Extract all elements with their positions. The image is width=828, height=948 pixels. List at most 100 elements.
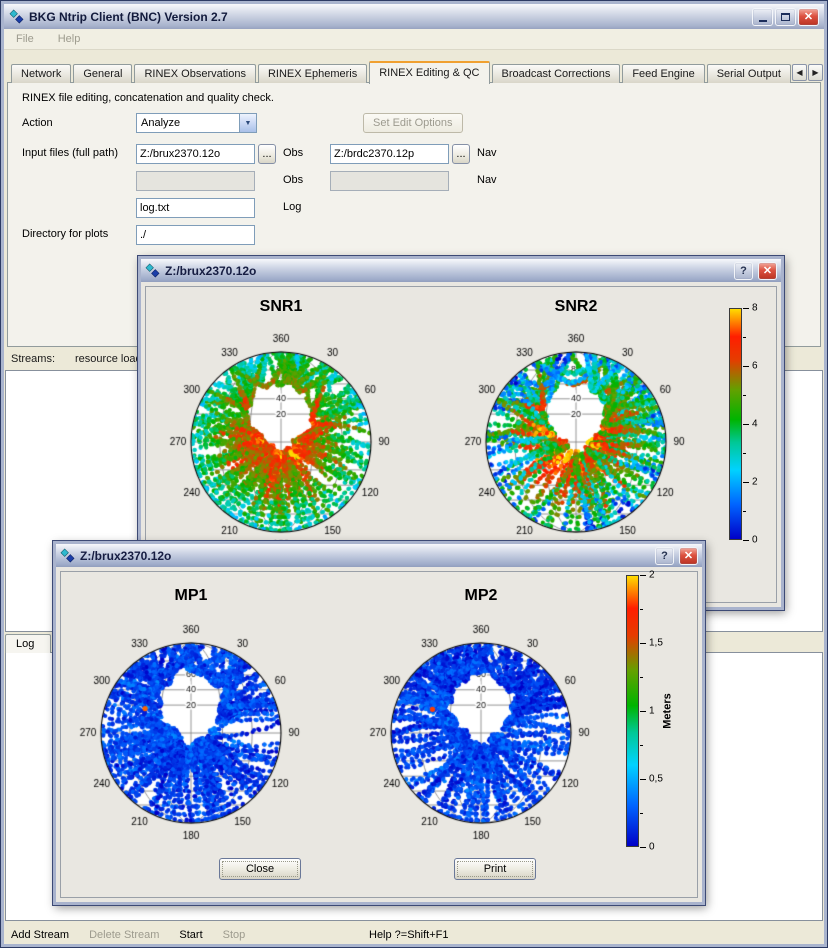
bottom-action-bar: Add Stream Delete Stream Start Stop Help ?=… [5,924,823,945]
tab-broadcast-corrections[interactable]: Broadcast Corrections [492,64,621,83]
colorbar-tick [743,366,749,367]
tab-feed-engine[interactable]: Feed Engine [622,64,704,83]
bottom-action-start[interactable]: Start [179,929,202,941]
colorbar-tick [640,643,646,644]
colorbar-tick-label: 0 [752,535,758,546]
bnc-main-window: BKG Ntrip Client (BNC) Version 2.7 ✕ Fil… [0,0,828,948]
input-files-label: Input files (full path) [22,147,118,159]
bottom-action-delete-stream: Delete Stream [89,929,159,941]
browse-nav-button[interactable]: ... [452,144,470,164]
plots-dir-label: Directory for plots [22,228,108,240]
dialog-close-button[interactable]: ✕ [758,262,777,280]
output-nav-field [330,171,449,191]
menu-file[interactable]: File [12,31,38,47]
dialog-close-button[interactable]: ✕ [679,547,698,565]
colorbar-tick-label: 4 [752,419,758,430]
question-icon: ? [661,550,668,562]
snr1-skyplot [165,326,397,558]
colorbar-tick [743,453,746,454]
maximize-button[interactable] [775,8,796,26]
bnc-app-icon [9,9,24,24]
bottom-action-add-stream[interactable]: Add Stream [11,929,69,941]
colorbar-gradient [729,308,742,540]
nav-label: Nav [477,147,497,159]
tab-scroll-left-button[interactable]: ◀ [792,64,807,81]
log-file-field[interactable] [136,198,255,218]
action-select[interactable]: Analyze ▼ [136,113,257,133]
input-obs-field[interactable] [136,144,255,164]
help-shortcut-label: Help ?=Shift+F1 [369,929,449,941]
snr-colorbar: 86420 [729,308,781,540]
colorbar-tick [640,711,646,712]
minimize-button[interactable] [752,8,773,26]
tab-scroll-right-button[interactable]: ▶ [808,64,823,81]
window-controls: ✕ [752,8,819,26]
maximize-icon [781,13,790,21]
output-obs-label: Obs [283,174,303,186]
colorbar-tick [743,308,749,309]
mp1-skyplot [75,617,307,849]
colorbar-tick [640,609,643,610]
mp-dialog-body: MP1 MP2 21,510,50 Meters Close Print [56,567,702,902]
mp-dialog-title: Z:/brux2370.12o [80,549,650,563]
mp2-skyplot [365,617,597,849]
colorbar-tick-label: 2 [752,477,758,488]
tab-network[interactable]: Network [11,64,71,83]
input-nav-field[interactable] [330,144,449,164]
menu-help[interactable]: Help [54,31,85,47]
colorbar-tick [743,511,746,512]
output-obs-field [136,171,255,191]
tab-bar: NetworkGeneralRINEX ObservationsRINEX Ep… [11,60,801,83]
snr2-skyplot [460,326,692,558]
dialog-help-button[interactable]: ? [655,547,674,565]
mp-dialog-titlebar: Z:/brux2370.12o ? ✕ [56,544,702,567]
colorbar-tick-label: 2 [649,570,655,581]
colorbar-tick [640,745,643,746]
tab-general[interactable]: General [73,64,132,83]
menu-bar: File Help [4,29,824,50]
tab-rinex-editing-qc[interactable]: RINEX Editing & QC [369,61,489,84]
window-titlebar: BKG Ntrip Client (BNC) Version 2.7 ✕ [4,4,824,29]
minimize-icon [759,20,767,22]
bottom-action-stop: Stop [223,929,246,941]
mp-plot-dialog: Z:/brux2370.12o ? ✕ MP1 MP2 21,510,50 Me… [53,541,705,905]
colorbar-tick [743,395,746,396]
action-selected-value: Analyze [141,117,180,129]
streams-label: Streams: [11,353,55,365]
browse-obs-button[interactable]: ... [258,144,276,164]
output-nav-label: Nav [477,174,497,186]
colorbar-tick [743,482,749,483]
close-button[interactable]: ✕ [798,8,819,26]
close-icon: ✕ [804,10,813,23]
colorbar-gradient [626,575,639,847]
bnc-dialog-icon [145,263,160,278]
bnc-dialog-icon [60,548,75,563]
print-plot-button[interactable]: Print [454,858,536,880]
close-icon: ✕ [763,264,772,277]
colorbar-tick-label: 1 [649,706,655,717]
obs-label: Obs [283,147,303,159]
action-label: Action [22,117,53,129]
tab-rinex-observations[interactable]: RINEX Observations [134,64,255,83]
colorbar-tick [640,847,646,848]
window-title: BKG Ntrip Client (BNC) Version 2.7 [29,10,747,24]
colorbar-tick-label: 8 [752,303,758,314]
close-icon: ✕ [684,549,693,562]
colorbar-tick-label: 6 [752,361,758,372]
plot-title-snr1: SNR1 [165,298,397,316]
colorbar-tick [640,779,646,780]
plots-dir-field[interactable] [136,225,255,245]
plot-title-snr2: SNR2 [460,298,692,316]
question-icon: ? [740,265,747,277]
colorbar-tick [743,540,749,541]
dialog-help-button[interactable]: ? [734,262,753,280]
colorbar-axis-label: Meters [660,575,676,847]
plot-title-mp2: MP2 [365,587,597,605]
colorbar-tick [640,813,643,814]
tab-log[interactable]: Log [5,634,51,653]
tab-serial-output[interactable]: Serial Output [707,64,791,83]
tab-rinex-ephemeris[interactable]: RINEX Ephemeris [258,64,367,83]
chevron-down-icon[interactable]: ▼ [239,114,256,132]
close-plot-button[interactable]: Close [219,858,301,880]
log-file-label: Log [283,201,301,213]
